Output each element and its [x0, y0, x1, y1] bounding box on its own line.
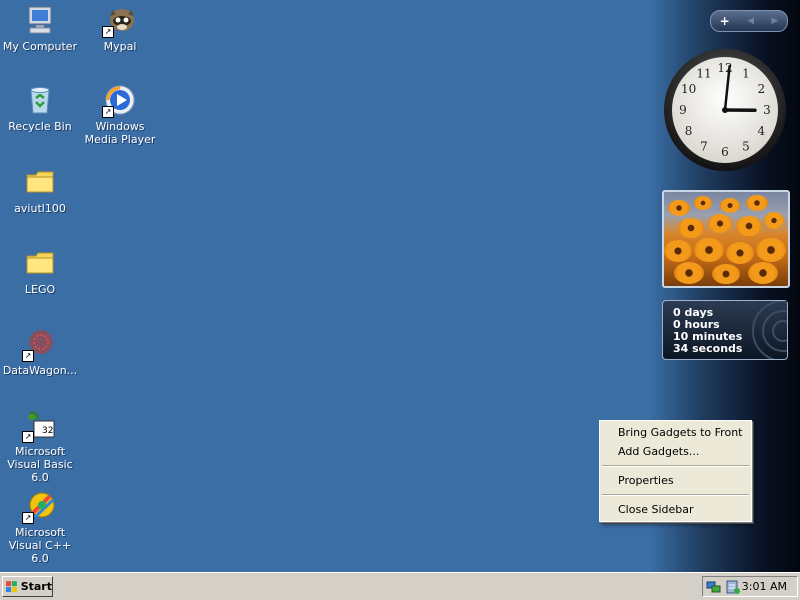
folder-icon: [24, 166, 56, 198]
windows-logo-icon: [6, 580, 17, 592]
taskbar-clock[interactable]: 3:01 AM: [742, 580, 787, 593]
clock-number: 2: [758, 82, 766, 96]
menu-item-close-sidebar[interactable]: Close Sidebar: [600, 500, 751, 519]
raccoon-icon: ↗: [102, 4, 136, 38]
shortcut-arrow-icon: ↗: [102, 106, 114, 118]
shortcut-arrow-icon: ↗: [22, 350, 34, 362]
desktop-icon-windows-media-player[interactable]: ↗ Windows Media Player: [80, 84, 160, 146]
sidebar-tray-icon[interactable]: [725, 579, 741, 595]
start-button[interactable]: Start: [2, 576, 53, 597]
system-tray: 3:01 AM: [702, 576, 798, 597]
desktop-icon-visual-basic[interactable]: 32 ↗ Microsoft Visual Basic 6.0: [0, 409, 80, 484]
clock-number: 4: [758, 124, 766, 138]
menu-item-bring-gadgets-to-front[interactable]: Bring Gadgets to Front: [600, 423, 751, 442]
clock-number: 9: [679, 103, 687, 117]
clock-number: 8: [685, 124, 693, 138]
desktop-icon-label: Mypal: [103, 40, 137, 53]
desktop-icon-label: Microsoft Visual C++ 6.0: [8, 526, 72, 565]
desktop-icon-label: LEGO: [24, 283, 56, 296]
desktop-icon-label: Microsoft Visual Basic 6.0: [7, 445, 73, 484]
desktop-icon-label: Windows Media Player: [84, 120, 156, 146]
desktop-icon-label: Recycle Bin: [8, 120, 72, 133]
clock-number: 1: [742, 67, 750, 81]
clock-number: 5: [742, 139, 750, 153]
clock-gadget[interactable]: 12 1 2 3 4 5 6 7 8 9 10 11: [663, 48, 787, 172]
network-icon[interactable]: [706, 579, 722, 595]
clock-center: [722, 107, 728, 113]
visual-basic-icon: 32 ↗: [22, 409, 56, 443]
desktop-icon-visual-cpp[interactable]: ↗ Microsoft Visual C++ 6.0: [0, 490, 80, 565]
menu-item-properties[interactable]: Properties: [600, 471, 751, 490]
computer-icon: [24, 4, 56, 36]
clock-number: 10: [681, 82, 696, 96]
desktop[interactable]: My Computer ↗ Mypal Recycle Bin ↗ Window…: [0, 0, 800, 572]
menu-separator: [602, 494, 749, 496]
visual-cpp-icon: ↗: [22, 490, 56, 524]
desktop-icon-label: aviutl100: [14, 202, 66, 215]
folder-icon: [24, 247, 56, 279]
desktop-icon-label: My Computer: [2, 40, 78, 53]
start-label: Start: [20, 580, 52, 593]
clock-number: 7: [700, 139, 708, 153]
desktop-icon-label: DataWagon...: [2, 364, 78, 377]
shortcut-arrow-icon: ↗: [22, 431, 34, 443]
desktop-icon-aviutl100[interactable]: aviutl100: [0, 166, 80, 215]
shortcut-arrow-icon: ↗: [22, 512, 34, 524]
flower-photo: [664, 192, 788, 286]
slideshow-gadget[interactable]: [662, 190, 790, 288]
datawagon-icon: ↗: [22, 328, 56, 362]
desktop-icon-datawagon[interactable]: ↗ DataWagon...: [0, 328, 80, 377]
media-player-icon: ↗: [102, 84, 136, 118]
add-gadget-button[interactable]: +: [720, 14, 730, 28]
desktop-icon-recycle-bin[interactable]: Recycle Bin: [0, 84, 80, 133]
sidebar-context-menu: Bring Gadgets to Front Add Gadgets... Pr…: [599, 420, 752, 522]
desktop-icon-my-computer[interactable]: My Computer: [0, 4, 80, 53]
uptime-gadget[interactable]: 0 days 0 hours 10 minutes 34 seconds: [662, 300, 788, 360]
taskbar: Start 3:01 AM: [0, 572, 800, 600]
prev-gadget-button[interactable]: ◀: [747, 16, 754, 26]
shortcut-arrow-icon: ↗: [102, 26, 114, 38]
menu-item-add-gadgets[interactable]: Add Gadgets...: [600, 442, 751, 461]
recycle-bin-icon: [24, 84, 56, 116]
sidebar-controls: + ◀ ▶: [710, 10, 788, 32]
uptime-seconds: 34 seconds: [673, 342, 743, 355]
clock-number: 3: [763, 103, 771, 117]
next-gadget-button[interactable]: ▶: [771, 16, 778, 26]
svg-text:32: 32: [42, 426, 53, 436]
menu-separator: [602, 465, 749, 467]
desktop-icon-lego[interactable]: LEGO: [0, 247, 80, 296]
clock-number: 6: [721, 145, 729, 159]
desktop-icon-mypal[interactable]: ↗ Mypal: [80, 4, 160, 53]
clock-number: 11: [696, 67, 711, 81]
